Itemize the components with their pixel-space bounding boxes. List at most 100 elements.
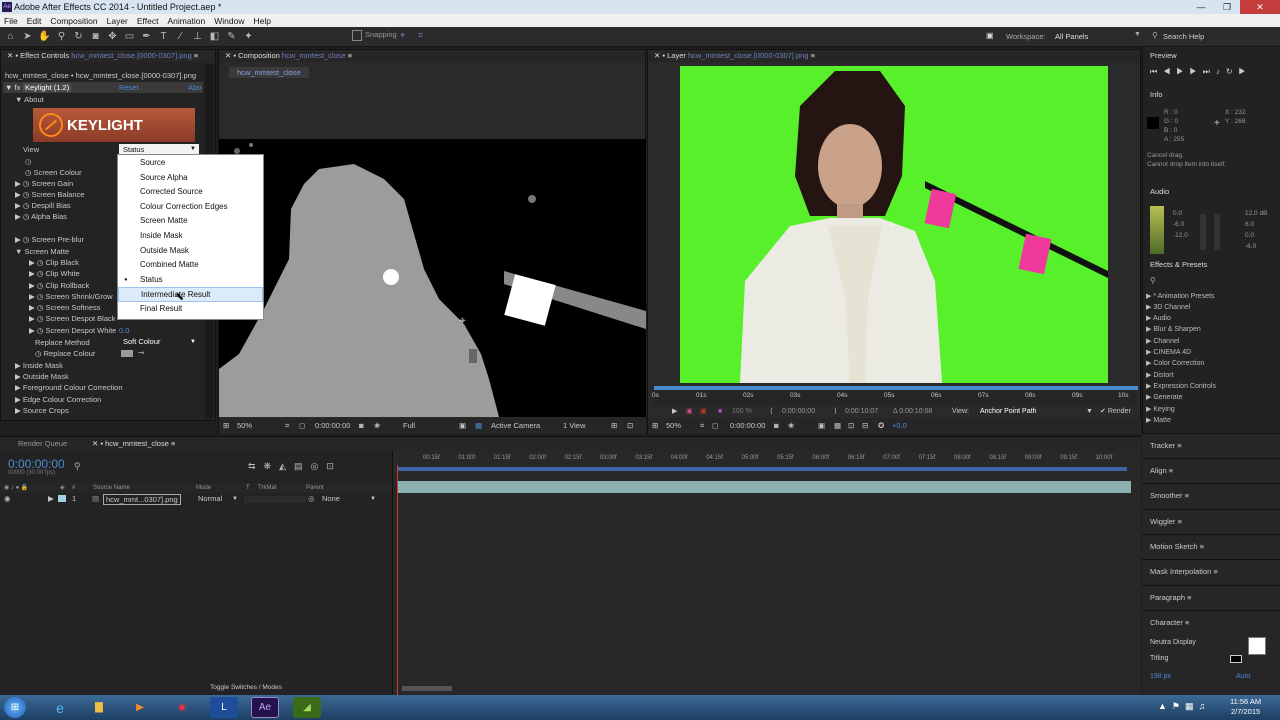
comp-timeline-tab[interactable]: ✕ ▪ hcw_mmtest_close ≡ [92,437,175,451]
effect-reset-link[interactable]: Reset [119,83,139,92]
view-option-source-alpha[interactable]: Source Alpha [118,171,263,186]
prop-screen-softness[interactable]: ▶ ◷ Screen Softness [29,303,101,312]
maximize-button[interactable]: ❐ [1214,0,1240,14]
group-edge-colour-correction[interactable]: ▶ Edge Colour Correction [15,395,101,404]
layer-region-icon[interactable]: ▣ [818,418,825,434]
align-panel[interactable]: Align ≡ [1142,458,1280,483]
effect-controls-tab[interactable]: ✕ ▪ Effect Controls hcw_mmtest_close.[00… [1,50,215,62]
layer-time-ruler[interactable]: 0s 01s 02s 03s 04s 05s 06s 07s 08s 09s 1… [652,386,1138,406]
workspace-select[interactable]: All Panels [1055,32,1143,41]
layer-flow-icon[interactable]: ⊟ [862,418,868,434]
home-icon[interactable]: ⌂ [4,30,17,43]
audio-slider-left[interactable] [1200,214,1206,250]
media-player-icon[interactable]: ▶ [126,697,154,718]
layer-mask-icon[interactable]: ◻ [712,418,718,434]
snap-edges-icon[interactable]: ⌗ [418,30,423,41]
menu-window[interactable]: Window [214,16,244,26]
alpha-icon[interactable]: ▣ [700,406,707,418]
trkmat-select[interactable] [244,496,306,503]
layer-view-select[interactable]: Anchor Point Path [980,406,1036,418]
layer-duration-bar[interactable] [397,481,1131,493]
font-style-select[interactable]: Titling [1150,655,1168,662]
menu-edit[interactable]: Edit [27,16,42,26]
play-forward-icon[interactable]: ▶ [672,406,677,418]
prop-replace-colour[interactable]: ◷ Replace Colour [35,349,95,358]
pen-tool-icon[interactable]: ✒ [140,30,153,43]
prop-despill-bias[interactable]: ▶ ◷ Despill Bias [15,201,71,210]
stroke-color-swatch[interactable] [1230,655,1242,663]
comp-magnifier-icon[interactable]: ⊞ [223,418,229,434]
exposure-value[interactable]: +0.0 [892,418,907,434]
layer-channel-icon[interactable]: ❀ [788,418,794,434]
swatch-icon[interactable]: ■ [718,406,722,418]
group-outside-mask[interactable]: ▶ Outside Mask [15,372,69,381]
effect-about-link[interactable]: Abo [188,83,201,92]
wiggler-panel[interactable]: Wiggler ≡ [1142,509,1280,534]
layer-zoom-select[interactable]: 50% [666,418,681,434]
pan-behind-tool-icon[interactable]: ✥ [106,30,119,43]
minimize-button[interactable]: — [1188,0,1214,14]
prop-screen-colour[interactable]: ◷ Screen Colour [25,168,82,177]
lync-icon[interactable]: L [210,697,238,718]
play-icon[interactable]: ▶ [1176,67,1189,76]
ep-generate[interactable]: ▶ Generate [1146,393,1183,401]
camera-tool-icon[interactable]: ◙ [89,30,102,43]
timeline-timecode[interactable]: 0:00:00:00 [8,457,65,471]
about-group[interactable]: ▼ About [15,95,44,104]
layer-mode-select[interactable]: Normal [198,493,222,505]
explorer-icon[interactable]: ▇ [85,697,113,718]
ram-preview-icon[interactable]: ▶ [1239,67,1252,76]
first-frame-icon[interactable]: ⏮ [1150,67,1163,76]
comp-mask-icon[interactable]: ◻ [299,418,305,434]
ep-blur-sharpen[interactable]: ▶ Blur & Sharpen [1146,325,1201,333]
ep-color-correction[interactable]: ▶ Color Correction [1146,359,1204,367]
comp-safe-zones-icon[interactable]: ⌗ [285,418,289,434]
layer-time[interactable]: 0:00:00:00 [730,418,765,434]
view-option-intermediate-result[interactable]: Intermediate Result [118,287,263,302]
group-screen-matte[interactable]: ▼ Screen Matte [15,247,69,256]
menu-file[interactable]: File [4,16,18,26]
puppet-tool-icon[interactable]: ✦ [242,30,255,43]
comp-flowchart-icon[interactable]: ⇆ [248,461,264,471]
toggle-pixel-icon[interactable]: ⊞ [611,418,617,434]
grid-toggle-icon[interactable]: ⊡ [627,418,633,434]
render-queue-tab[interactable]: Render Queue [18,437,67,451]
group-inside-mask[interactable]: ▶ Inside Mask [15,361,63,370]
mask-view-icon[interactable]: ▣ [686,406,693,418]
ep-matte[interactable]: ▶ Matte [1146,416,1171,424]
rotate-tool-icon[interactable]: ↻ [72,30,85,43]
view-option-colour-correction-edges[interactable]: Colour Correction Edges [118,200,263,215]
ep-distort[interactable]: ▶ Distort [1146,371,1174,379]
eraser-tool-icon[interactable]: ◧ [208,30,221,43]
prop-screen-shrink-grow[interactable]: ▶ ◷ Screen Shrink/Grow [29,292,113,301]
composition-tab[interactable]: ✕ ▪ Composition hcw_mmtest_close ≡ [219,50,645,62]
view-option-outside-mask[interactable]: Outside Mask [118,244,263,259]
roto-brush-icon[interactable]: ✎ [225,30,238,43]
last-frame-icon[interactable]: ⏭ [1203,67,1216,76]
current-time-indicator[interactable] [397,465,398,696]
leading-value[interactable]: Auto [1236,673,1250,680]
camera-snapshot-icon[interactable]: ◙ [359,418,364,434]
graph-editor-icon[interactable]: ⊡ [326,461,342,471]
view-option-inside-mask[interactable]: Inside Mask [118,229,263,244]
ep-3d-channel[interactable]: ▶ 3D Channel [1146,303,1190,311]
view-option-corrected-source[interactable]: Corrected Source [118,185,263,200]
region-icon[interactable]: ▣ [459,418,466,434]
replace-colour-swatch[interactable] [121,350,133,357]
prev-frame-icon[interactable]: ◀ [1163,67,1176,76]
fx-icon[interactable]: ▼ fx [5,83,20,92]
ep-audio[interactable]: ▶ Audio [1146,314,1171,322]
smoother-panel[interactable]: Smoother ≡ [1142,483,1280,509]
layer-label-color[interactable] [58,495,66,502]
comp-views-select[interactable]: 1 View [563,418,585,434]
menu-effect[interactable]: Effect [137,16,159,26]
eyedropper-icon[interactable]: ⊸ [138,348,144,357]
rectangle-tool-icon[interactable]: ▭ [123,30,136,43]
mask-interpolation-panel[interactable]: Mask Interpolation ≡ [1142,559,1280,585]
replace-method-select[interactable]: Soft Colour ▼ [119,337,199,347]
layer-magnifier-icon[interactable]: ⊞ [652,418,658,434]
search-help-input[interactable]: Search Help [1163,32,1204,41]
group-foreground-colour-correction[interactable]: ▶ Foreground Colour Correction [15,383,123,392]
prop-screen-gain[interactable]: ▶ ◷ Screen Gain [15,179,73,188]
set-in-icon[interactable]: ⟨ [770,406,773,418]
